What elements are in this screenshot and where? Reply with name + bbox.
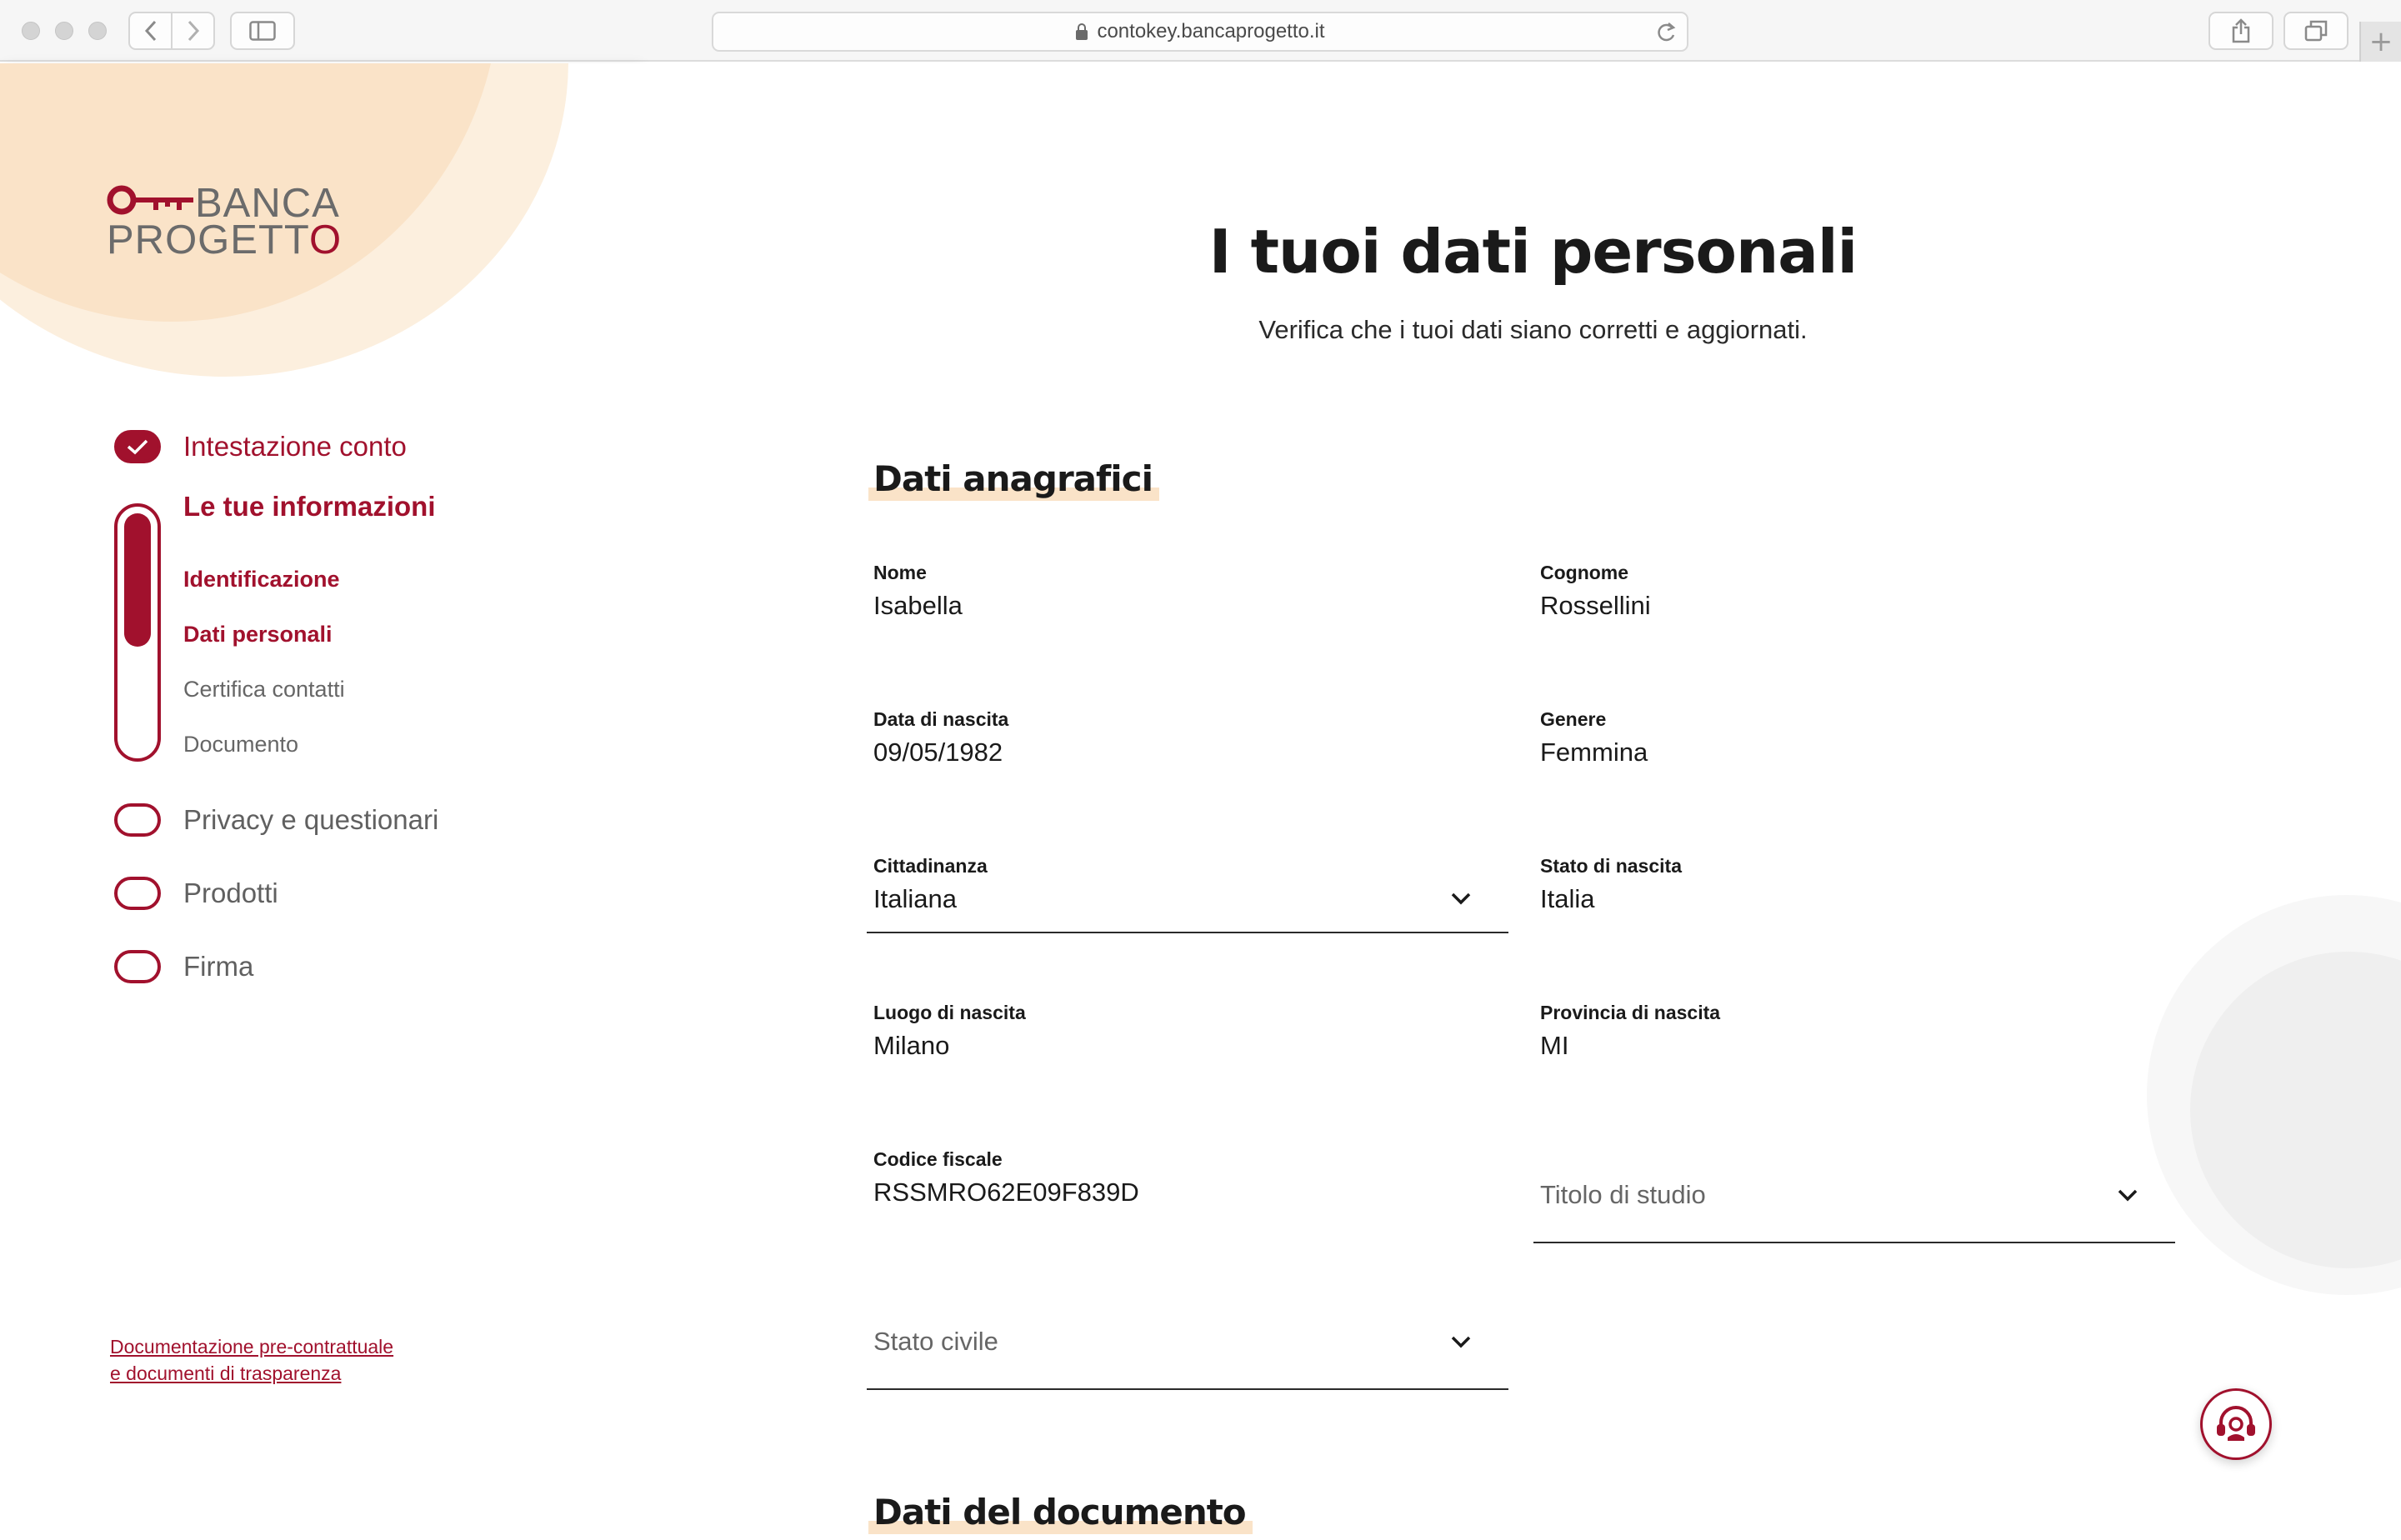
field-label: Stato di nascita — [1540, 855, 1682, 877]
section-title-dati-anagrafici: Dati anagrafici — [868, 458, 1159, 501]
logo-text-line2-o: O — [308, 218, 343, 262]
select-placeholder: Titolo di studio — [1540, 1180, 1706, 1209]
documentation-link-line2: e documenti di trasparenza — [110, 1362, 342, 1384]
field-value: 09/05/1982 — [873, 738, 1003, 767]
lock-icon — [1076, 23, 1088, 40]
step-status-todo — [114, 803, 161, 837]
field-nome: Nome Isabella — [867, 562, 1508, 621]
field-data-nascita: Data di nascita 09/05/1982 — [867, 708, 1508, 768]
field-label: Genere — [1540, 708, 1607, 730]
step-label: Intestazione conto — [183, 431, 407, 462]
url-text: contokey.bancaprogetto.it — [1097, 20, 1325, 42]
select-underline — [1533, 1242, 2175, 1243]
substep-identificazione[interactable]: Identificazione — [183, 567, 340, 592]
sidebar: BANCA PROGETTO Intestazione conto Le tue… — [0, 63, 640, 1540]
step-intestazione-conto[interactable]: Intestazione conto — [114, 430, 407, 463]
field-value: Femmina — [1540, 738, 1648, 767]
step-status-todo — [114, 950, 161, 983]
sidebar-toggle-icon[interactable] — [230, 12, 295, 50]
step-progress-fill — [124, 513, 151, 647]
field-value: Isabella — [873, 591, 963, 620]
select-placeholder: Stato civile — [873, 1327, 998, 1356]
stato-civile-select[interactable]: Stato civile — [867, 1310, 1508, 1390]
forward-icon[interactable] — [173, 13, 213, 48]
chevron-down-icon[interactable] — [1450, 1335, 1472, 1352]
field-value: MI — [1540, 1031, 1569, 1060]
substep-documento[interactable]: Documento — [183, 732, 298, 758]
key-icon — [107, 185, 193, 215]
titolo-studio-select[interactable]: Titolo di studio — [1533, 1163, 2175, 1243]
select-underline — [867, 932, 1508, 933]
step-label: Firma — [183, 951, 254, 982]
field-label: Provincia di nascita — [1540, 1002, 1721, 1023]
field-cognome: Cognome Rossellini — [1533, 562, 2175, 621]
window-minimize-button[interactable] — [55, 22, 73, 40]
field-value: Italia — [1540, 884, 1595, 913]
field-genere: Genere Femmina — [1533, 708, 2175, 768]
back-icon[interactable] — [130, 13, 173, 48]
step-prodotti[interactable]: Prodotti — [114, 877, 278, 910]
substep-dati-personali[interactable]: Dati personali — [183, 622, 333, 648]
field-label: Codice fiscale — [873, 1148, 1003, 1170]
step-label: Prodotti — [183, 878, 278, 908]
reload-icon[interactable] — [1655, 20, 1677, 47]
section-title-dati-documento: Dati del documento — [868, 1492, 1253, 1534]
logo-text-line2-part: PROGETT — [107, 218, 309, 262]
page-title: I tuoi dati personali — [1208, 217, 1858, 287]
field-label: Luogo di nascita — [873, 1002, 1026, 1023]
chevron-down-icon[interactable] — [1450, 892, 1472, 908]
tabs-overview-icon[interactable] — [2283, 12, 2348, 50]
documentation-link-line1: Documentazione pre-contrattuale — [110, 1336, 394, 1358]
field-label: Nome — [873, 562, 927, 583]
documentation-link[interactable]: Documentazione pre-contrattuale e docume… — [110, 1333, 393, 1387]
field-value: RSSMRO62E09F839D — [873, 1178, 1139, 1207]
step-label: Privacy e questionari — [183, 804, 439, 835]
select-underline — [867, 1388, 1508, 1390]
field-label: Cittadinanza — [873, 855, 988, 877]
history-nav — [128, 12, 215, 50]
share-icon[interactable] — [2208, 12, 2273, 50]
step-status-todo — [114, 877, 161, 910]
step-label: Le tue informazioni — [183, 491, 436, 522]
field-value: Rossellini — [1540, 591, 1651, 620]
step-progress-track — [114, 503, 161, 762]
field-value: Milano — [873, 1031, 950, 1060]
support-button[interactable] — [2200, 1388, 2272, 1460]
field-label: Data di nascita — [873, 708, 1009, 730]
field-codice-fiscale: Codice fiscale RSSMRO62E09F839D — [867, 1148, 1508, 1208]
field-provincia-nascita: Provincia di nascita MI — [1533, 1002, 2175, 1061]
address-bar[interactable]: contokey.bancaprogetto.it — [712, 12, 1688, 52]
check-icon — [127, 439, 148, 455]
bank-logo: BANCA PROGETTO — [107, 181, 373, 261]
logo-text-line1: BANCA — [195, 181, 340, 226]
headset-icon — [2217, 1406, 2255, 1441]
field-label: Cognome — [1540, 562, 1629, 583]
field-stato-nascita: Stato di nascita Italia — [1533, 855, 2175, 914]
step-privacy-questionari[interactable]: Privacy e questionari — [114, 803, 438, 837]
main-content: I tuoi dati personali Verifica che i tuo… — [640, 63, 2401, 1540]
browser-toolbar: contokey.bancaprogetto.it + — [0, 0, 2401, 62]
chevron-down-icon[interactable] — [2117, 1188, 2138, 1205]
logo-text-line2: PROGETTO — [107, 220, 342, 261]
field-luogo-nascita: Luogo di nascita Milano — [867, 1002, 1508, 1061]
new-tab-button[interactable]: + — [2359, 22, 2401, 62]
window-close-button[interactable] — [22, 22, 40, 40]
substep-certifica-contatti[interactable]: Certifica contatti — [183, 677, 345, 702]
field-value: Italiana — [873, 884, 957, 913]
cittadinanza-select[interactable]: Cittadinanza Italiana — [867, 855, 1508, 933]
page-subtitle: Verifica che i tuoi dati siano corretti … — [1258, 315, 1808, 344]
window-zoom-button[interactable] — [88, 22, 107, 40]
step-firma[interactable]: Firma — [114, 950, 253, 983]
step-status-done — [114, 430, 161, 463]
